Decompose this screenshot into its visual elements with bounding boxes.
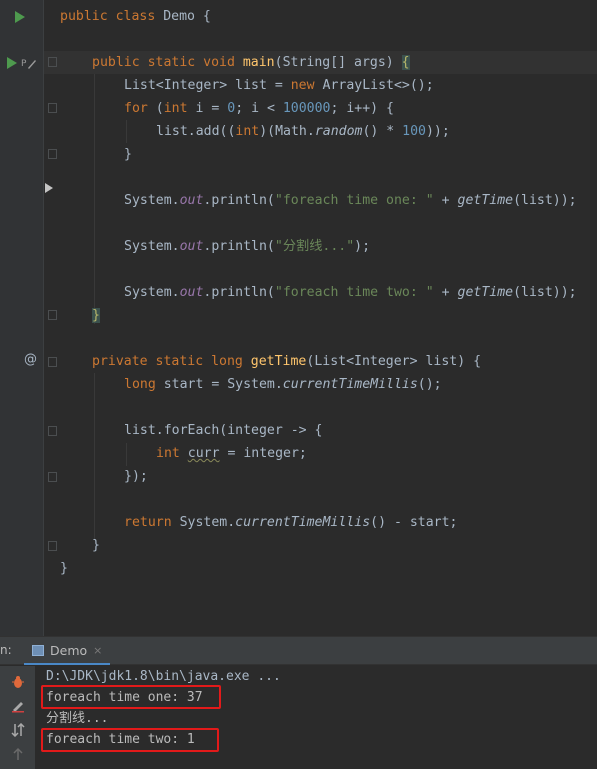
code-line-4[interactable]: for (int i = 0; i < 100000; i++) { (124, 97, 394, 120)
svg-text:P: P (21, 59, 27, 69)
console-icon (32, 644, 44, 656)
code-line-8[interactable]: System.out.println("分割线..."); (124, 235, 370, 258)
fold-marker-icon[interactable] (48, 472, 57, 482)
indent-guide (94, 373, 95, 540)
run-tab-demo[interactable]: Demo × (24, 637, 111, 665)
run-main-icon[interactable] (7, 57, 17, 69)
code-line-12[interactable]: long start = System.currentTimeMillis(); (124, 373, 442, 396)
code-line-3[interactable]: List<Integer> list = new ArrayList<>(); (124, 74, 434, 97)
editor-gutter (0, 0, 44, 636)
run-class-icon[interactable] (15, 11, 25, 23)
indent-guide (126, 443, 127, 466)
indent-guide (94, 74, 95, 324)
run-panel: n: Demo × D:\JDK\jdk1.8\bin\java.exe ...… (0, 636, 597, 769)
debug-bug-icon[interactable] (10, 674, 26, 690)
console-command-line: D:\JDK\jdk1.8\bin\java.exe ... (46, 669, 281, 684)
gutter-divider (43, 0, 44, 636)
sort-icon[interactable] (10, 722, 26, 738)
code-line-10[interactable]: } (92, 304, 100, 327)
fold-marker-icon[interactable] (48, 57, 57, 67)
code-line-1[interactable]: public class Demo { (60, 5, 211, 28)
code-line-5[interactable]: list.add((int)(Math.random() * 100)); (156, 120, 450, 143)
breakpoint-arrow-icon (45, 183, 53, 193)
run-tab-label: Demo (50, 642, 88, 658)
close-tab-icon[interactable]: × (93, 644, 102, 657)
fold-marker-icon[interactable] (48, 149, 57, 159)
code-line-6[interactable]: } (124, 143, 132, 166)
run-label: n: (0, 643, 12, 657)
fold-marker-icon[interactable] (48, 541, 57, 551)
code-line-16[interactable]: return System.currentTimeMillis() - star… (124, 511, 457, 534)
fold-marker-icon[interactable] (48, 357, 57, 367)
run-toolbar (0, 666, 35, 769)
code-line-15[interactable]: }); (124, 465, 148, 488)
debug-edit-icon[interactable]: P (21, 55, 37, 69)
console-output-line: 分割线... (46, 711, 109, 726)
scroll-up-icon[interactable] (10, 746, 26, 762)
code-line-18[interactable]: } (60, 557, 68, 580)
edit-config-icon[interactable] (10, 698, 26, 714)
highlight-box-one (41, 685, 221, 709)
code-line-9[interactable]: System.out.println("foreach time two: " … (124, 281, 577, 304)
code-line-17[interactable]: } (92, 534, 100, 557)
run-panel-header: n: Demo × (0, 637, 597, 665)
highlight-box-two (41, 728, 219, 752)
code-line-14[interactable]: int curr = integer; (156, 442, 307, 465)
code-line-13[interactable]: list.forEach(integer -> { (124, 419, 323, 442)
fold-marker-icon[interactable] (48, 310, 57, 320)
code-line-7[interactable]: System.out.println("foreach time one: " … (124, 189, 577, 212)
indent-guide (126, 120, 127, 143)
override-at-icon: @ (24, 352, 37, 367)
code-editor[interactable]: P @ public class Demo { public static vo… (0, 0, 597, 636)
fold-marker-icon[interactable] (48, 103, 57, 113)
code-line-11[interactable]: private static long getTime(List<Integer… (92, 350, 481, 373)
code-line-2[interactable]: public static void main(String[] args) { (92, 51, 410, 74)
fold-marker-icon[interactable] (48, 426, 57, 436)
